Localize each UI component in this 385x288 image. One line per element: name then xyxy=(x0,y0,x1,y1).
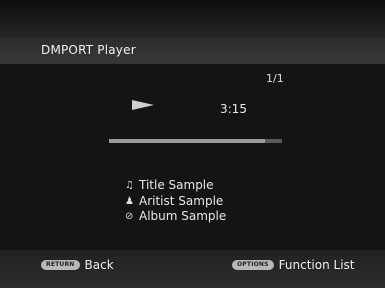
app-title: DMPORT Player xyxy=(41,43,136,57)
elapsed-time: 3:15 xyxy=(220,102,247,116)
track-artist-row: ♟ Aritist Sample xyxy=(125,193,223,209)
track-album: Album Sample xyxy=(139,209,227,223)
play-icon xyxy=(132,100,154,110)
title-bar: DMPORT Player xyxy=(0,38,385,63)
music-note-icon: ♫ xyxy=(125,179,134,191)
person-icon: ♟ xyxy=(125,195,134,207)
back-control[interactable]: RETURN Back xyxy=(41,258,114,272)
track-counter: 1/1 xyxy=(266,72,284,85)
back-label: Back xyxy=(84,258,114,272)
track-title-row: ♫ Title Sample xyxy=(125,177,214,193)
track-album-row: ⊘ Album Sample xyxy=(125,208,226,224)
function-list-control[interactable]: OPTIONS Function List xyxy=(232,258,355,272)
return-key-badge[interactable]: RETURN xyxy=(41,260,80,270)
progress-bar xyxy=(109,139,282,143)
track-artist: Aritist Sample xyxy=(139,194,224,208)
track-title: Title Sample xyxy=(139,178,214,192)
progress-fill xyxy=(109,139,265,143)
disc-icon: ⊘ xyxy=(125,210,134,222)
function-list-label: Function List xyxy=(278,258,355,272)
options-key-badge[interactable]: OPTIONS xyxy=(232,260,274,270)
